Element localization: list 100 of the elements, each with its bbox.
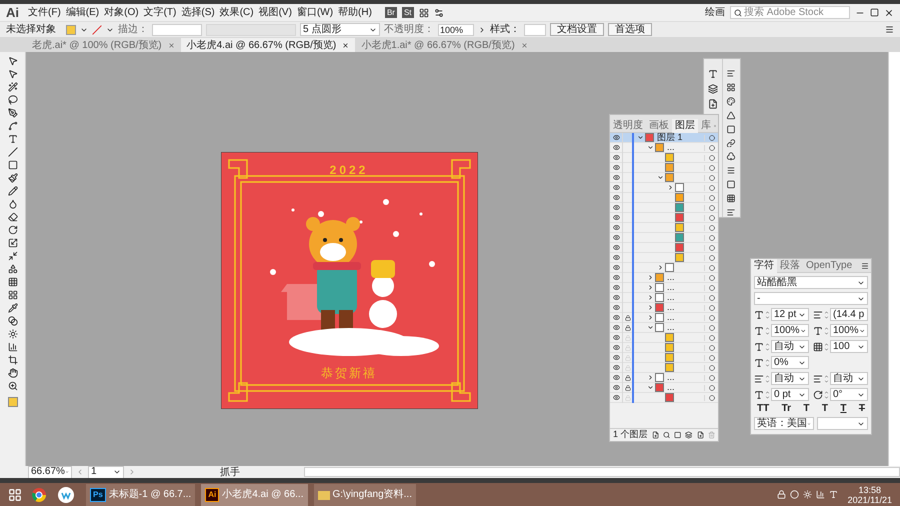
chevron-icon[interactable] [646,314,654,321]
rotate-icon[interactable] [8,225,18,235]
menu-item[interactable]: 效果(C) [220,5,254,20]
layer-row[interactable] [610,153,718,163]
menu-item[interactable]: 窗口(W) [296,5,334,20]
menu-item[interactable]: 文字(T) [144,5,176,20]
bridge-button[interactable]: Br [384,7,397,18]
properties-icon[interactable] [726,69,736,78]
menu-item[interactable]: 视图(V) [258,5,292,20]
stepper-icon[interactable] [824,390,829,400]
layer-row[interactable]: ... [610,143,718,153]
stepper-icon[interactable] [824,342,829,352]
layer-row[interactable] [610,193,718,203]
chevron-icon[interactable] [636,134,644,141]
toolbar-button[interactable]: 首选项 [608,23,652,36]
tsume-field[interactable]: 0% [771,356,809,369]
layer-row[interactable]: 图层 1 [610,133,718,143]
document-tab[interactable]: 小老虎4.ai @ 66.67% (RGB/预览) [180,38,356,52]
symbols-icon[interactable] [726,152,736,162]
chevron-icon[interactable] [666,184,674,191]
stepper-icon[interactable] [824,374,829,384]
clock[interactable]: 13:58 2021/11/21 [844,484,896,504]
zoom-dropdown[interactable]: 66.67% [28,466,72,478]
language-dropdown[interactable]: 英语：美国 [754,417,814,430]
app-circle-icon[interactable] [58,486,74,502]
layer-row[interactable] [610,393,718,403]
menu-item[interactable]: 编辑(E) [66,5,100,20]
tracking-field[interactable]: 100 [830,340,868,353]
layer-row[interactable] [610,343,718,353]
curve-icon[interactable] [8,121,18,131]
stroke-swatch-icon[interactable] [92,24,102,34]
panel-tab[interactable]: 字符 [751,258,777,272]
aki-left-field[interactable]: 自动 [771,372,809,385]
stroke-icon[interactable] [726,166,736,176]
input-method-icon[interactable] [828,490,838,499]
brush-dropdown[interactable]: 5 点圆形 [300,23,380,36]
layer-row[interactable] [610,253,718,263]
layer-row[interactable] [610,353,718,363]
selection-icon[interactable] [8,56,18,66]
layer-row[interactable]: ... [610,283,718,293]
font-style-dropdown[interactable]: - [754,292,868,305]
align-icon[interactable] [726,208,736,217]
stepper-icon[interactable] [824,326,829,336]
horizontal-scale-field[interactable]: 100% [830,324,868,337]
hand-icon[interactable] [8,368,18,378]
new-layer-icon[interactable] [696,431,704,439]
swatch-library-icon[interactable] [726,82,736,92]
chevron-icon[interactable] [646,274,654,281]
layer-row[interactable] [610,223,718,233]
stepper-icon[interactable] [765,374,770,384]
chevron-icon[interactable] [646,294,654,301]
taskbar-app-button[interactable]: Ps 未标题-1 @ 66.7... [86,484,196,506]
blend-icon[interactable] [8,316,18,326]
layer-row[interactable]: ... [610,383,718,393]
pen-icon[interactable] [8,108,18,118]
zoom-icon[interactable] [8,381,18,391]
stepper-icon[interactable] [765,342,770,352]
scale-icon[interactable] [8,238,18,248]
aki-right-field[interactable]: 自动 [830,372,868,385]
mesh-icon[interactable] [8,277,18,287]
layer-row[interactable] [610,243,718,253]
kerning-field[interactable]: 自动 [771,340,809,353]
panel-tab[interactable]: 库 [698,118,714,132]
stock-search-field[interactable]: 搜索 Adobe Stock [730,6,850,19]
horizontal-scrollbar[interactable] [304,467,900,477]
vertical-scrollbar[interactable] [888,52,900,466]
layer-row[interactable] [610,183,718,193]
artboard-dropdown[interactable]: 1 [88,466,124,478]
fill-stroke-swatch[interactable] [8,397,18,407]
maximize-icon[interactable] [870,8,879,17]
layer-row[interactable] [610,233,718,243]
opacity-field[interactable]: 100% [438,24,474,36]
layer-row[interactable] [610,173,718,183]
layer-row[interactable] [610,263,718,273]
stepper-icon[interactable] [765,358,770,368]
layer-row[interactable]: ... [610,273,718,283]
links-icon[interactable] [726,138,736,148]
wand-icon[interactable] [8,82,18,92]
stepper-icon[interactable] [765,310,770,320]
close-icon[interactable] [884,8,894,18]
eyedropper-icon[interactable] [8,303,18,313]
arrange-icon[interactable] [418,8,428,18]
layer-row[interactable] [610,363,718,373]
stepper-icon[interactable] [765,326,770,336]
type-icon[interactable] [8,134,18,144]
taskbar-app-button[interactable]: G:\yingfang资料... [314,484,416,506]
graph-icon[interactable] [8,342,18,352]
shape-builder-icon[interactable] [8,264,18,274]
close-icon[interactable] [342,42,350,48]
export-icon[interactable] [652,431,659,439]
baseline-shift-field[interactable]: 0 pt [771,388,809,401]
chevron-icon[interactable] [656,264,664,271]
panel-tab[interactable]: 画板 [646,118,672,132]
menu-item[interactable]: 帮助(H) [338,5,372,20]
color-icon[interactable] [726,96,736,106]
workspace-menu[interactable]: 绘画 [705,5,725,20]
blob-icon[interactable] [8,199,18,209]
stepper-icon[interactable] [765,390,770,400]
panel-menu-icon[interactable] [885,25,894,34]
width-icon[interactable] [8,251,18,261]
